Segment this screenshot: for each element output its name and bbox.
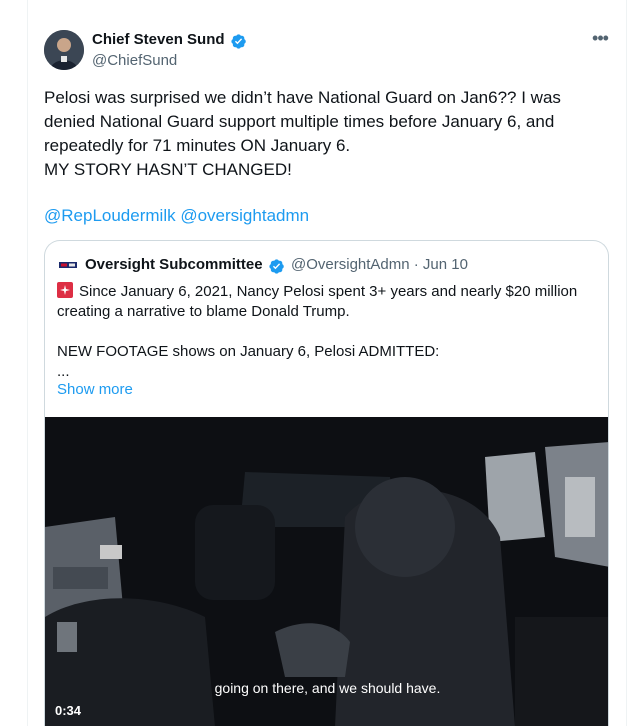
siren-emoji-icon [57,282,73,298]
quote-text-line: creating a narrative to blame Donald Tru… [57,303,350,320]
author-name[interactable]: Chief Steven Sund [92,31,225,48]
quote-text: Since January 6, 2021, Nancy Pelosi spen… [57,282,597,382]
quote-text-blank-line [57,322,597,342]
quote-text-line: NEW FOOTAGE shows on January 6, Pelosi A… [57,343,440,360]
quote-text-line: Since January 6, 2021, Nancy Pelosi spen… [79,283,578,300]
author-handle[interactable]: @ChiefSund [92,52,177,69]
tweet-text-line: denied National Guard support multiple t… [44,112,555,131]
show-more-link[interactable]: Show more [57,381,133,398]
tweet-text: Pelosi was surprised we didn’t have Nati… [44,86,614,182]
mention-link[interactable]: @RepLoudermilk [44,206,176,225]
more-options-icon[interactable]: ••• [590,29,610,50]
quoted-tweet[interactable]: Oversight Subcommittee @OversightAdmn · … [44,240,609,726]
tweet-mentions: @RepLoudermilk @oversightadmn [44,204,309,228]
mention-link[interactable]: @oversightadmn [180,206,309,225]
quote-handle-date[interactable]: @OversightAdmn · Jun 10 [291,256,468,273]
tweet-text-line: Pelosi was surprised we didn’t have Nati… [44,88,561,107]
verified-badge-icon [231,34,246,49]
author-avatar[interactable] [44,30,84,70]
verified-badge-icon [269,259,284,274]
video-player[interactable]: going on there, and we should have. 0:34 [45,417,608,726]
timeline-border-left [27,0,28,726]
quote-author-avatar[interactable] [58,258,78,272]
tweet-text-line: repeatedly for 71 minutes ON January 6. [44,136,351,155]
quote-author-name[interactable]: Oversight Subcommittee [85,256,263,273]
quote-text-line-1: Since January 6, 2021, Nancy Pelosi spen… [57,282,597,302]
tweet-text-line: MY STORY HASN’T CHANGED! [44,160,292,179]
video-duration: 0:34 [55,703,82,718]
video-subtitle: going on there, and we should have. [214,680,441,696]
quote-text-ellipsis: ... [57,363,70,380]
timeline-border-right [626,0,627,726]
